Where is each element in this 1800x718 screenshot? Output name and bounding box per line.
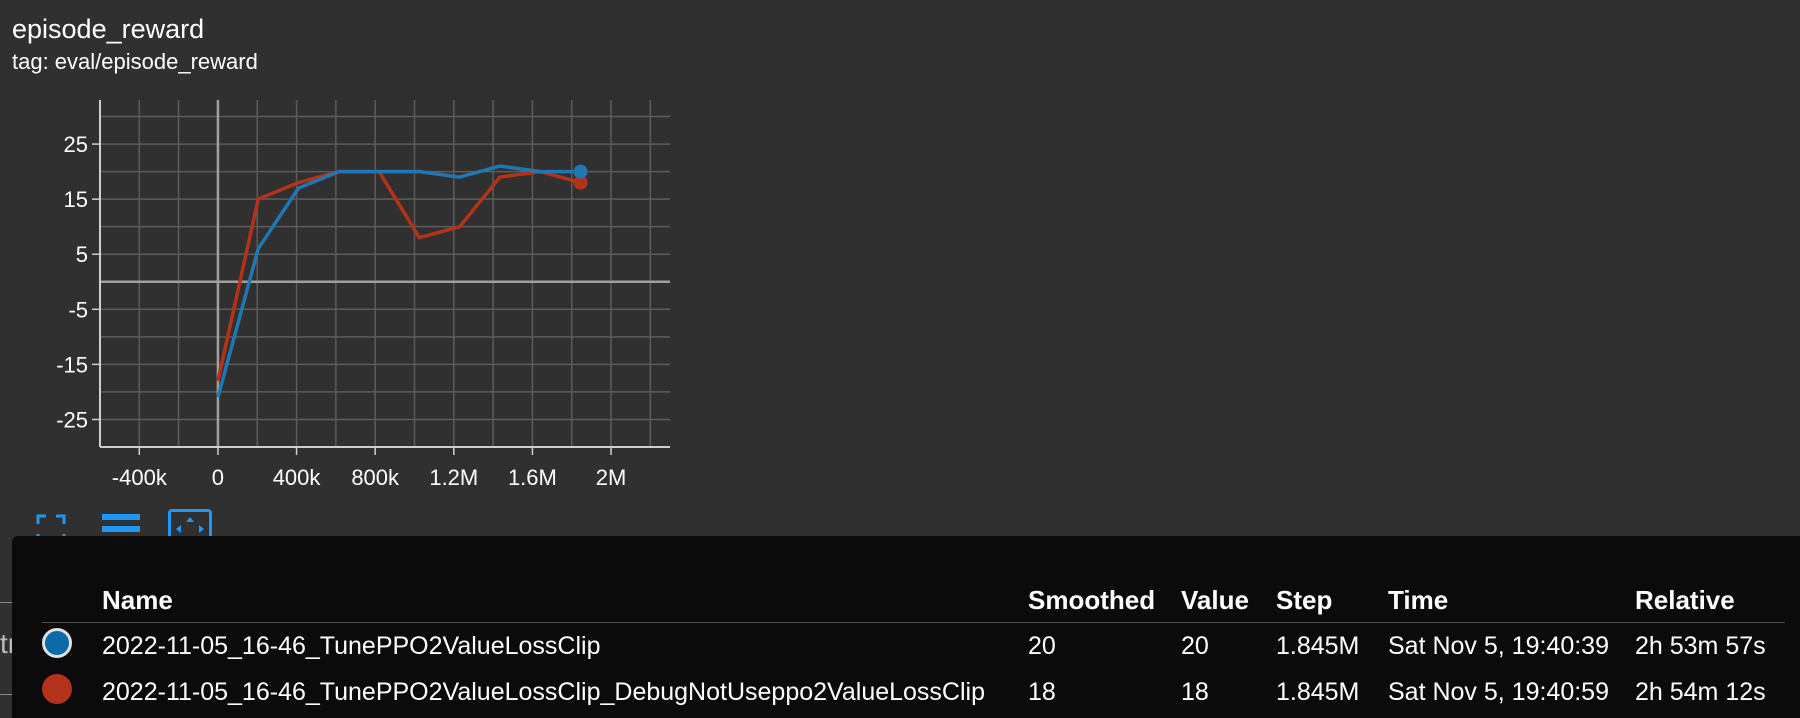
step-value: 1.845M [1276,631,1360,660]
raw-value: 20 [1181,631,1209,660]
line-chart[interactable]: -25 -15 -5 5 15 25 -400k 0 400k 800k 1.2M 1.6M 2M [0,90,700,490]
run-color-swatch-cell [42,669,102,715]
time-value: Sat Nov 5, 19:40:59 [1388,677,1609,706]
chart-card-tag: tag: eval/episode_reward [12,49,258,74]
tooltip-row: 2022-11-05_16-46_TunePPO2ValueLossClip 2… [42,623,1785,670]
x-tick-label: 800k [351,465,400,490]
x-tick-label: 2M [596,465,627,490]
x-tick-label: 1.6M [508,465,557,490]
tooltip-header-time: Time [1388,584,1449,615]
smoothed-value: 20 [1028,631,1056,660]
raw-value: 18 [1181,677,1209,706]
smoothed-value: 18 [1028,677,1056,706]
y-tick-label: -5 [68,297,88,322]
y-tick-label: 15 [64,187,88,212]
divider [0,694,12,695]
series-end-point[interactable] [573,164,588,179]
y-tick-label: 25 [64,132,88,157]
y-tick-label: -15 [56,352,88,377]
x-tick-label: -400k [112,465,168,490]
run-name: 2022-11-05_16-46_TunePPO2ValueLossClip_D… [102,677,985,706]
x-tick-label: 400k [273,465,322,490]
y-tick-label: -25 [56,407,88,432]
run-name: 2022-11-05_16-46_TunePPO2ValueLossClip [102,631,601,660]
chart-tooltip: Name Smoothed Value Step Time Relative 2… [12,536,1800,718]
tooltip-header-swatch [42,578,102,623]
x-tick-label: 1.2M [429,465,478,490]
tooltip-header-smoothed: Smoothed [1028,584,1156,615]
tooltip-header-name: Name [102,584,173,615]
relative-value: 2h 53m 57s [1635,631,1766,660]
run-color-swatch [42,673,72,704]
tooltip-header-value: Value [1181,584,1249,615]
chart-card-title: episode_reward [12,14,205,44]
tooltip-table: Name Smoothed Value Step Time Relative 2… [42,578,1785,715]
x-tick-label: 0 [212,465,224,490]
run-color-swatch-cell [42,623,102,670]
divider [0,602,12,603]
run-color-swatch [42,627,72,658]
time-value: Sat Nov 5, 19:40:39 [1388,631,1609,660]
series-line[interactable] [216,169,582,382]
tooltip-header-step: Step [1276,584,1333,615]
step-value: 1.845M [1276,677,1360,706]
tooltip-row: 2022-11-05_16-46_TunePPO2ValueLossClip_D… [42,669,1785,715]
tooltip-header-relative: Relative [1635,584,1735,615]
y-tick-label: 5 [76,242,88,267]
tooltip-header-row: Name Smoothed Value Step Time Relative [42,578,1785,623]
relative-value: 2h 54m 12s [1635,677,1766,706]
